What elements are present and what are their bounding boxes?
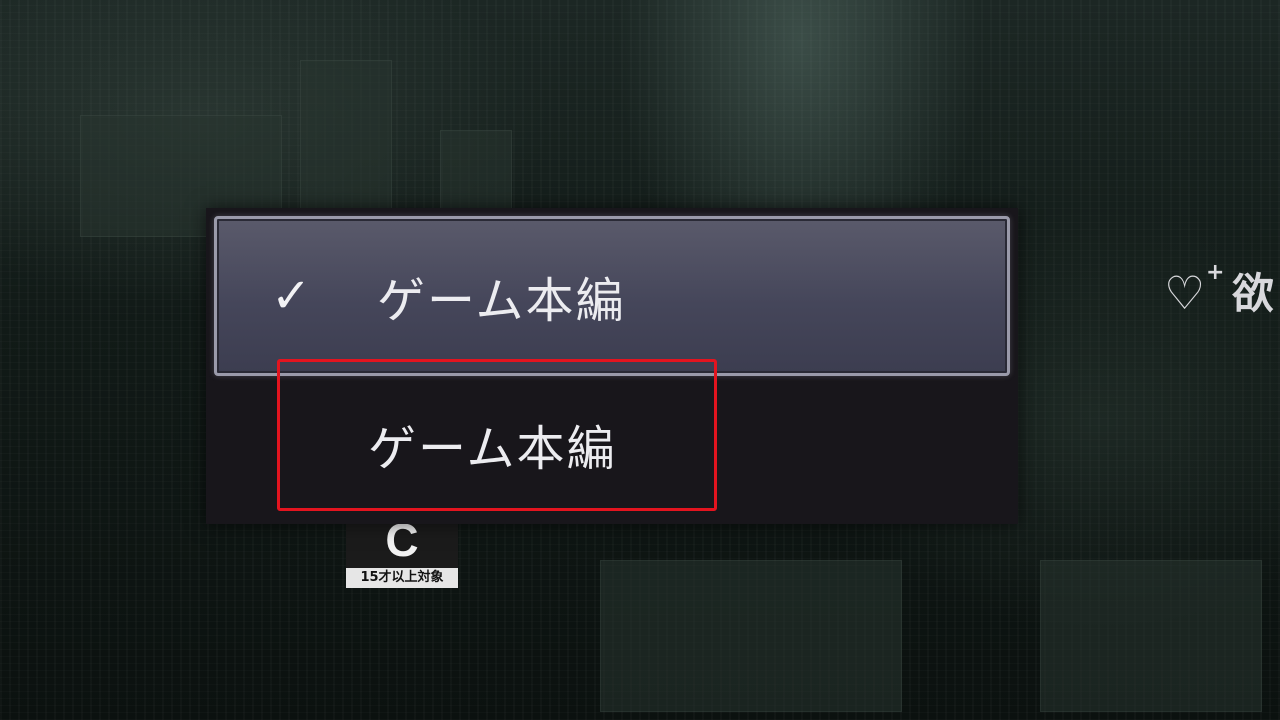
- rating-letter: C: [346, 520, 458, 568]
- background-building: [300, 60, 392, 212]
- wishlist-label: 欲: [1232, 268, 1275, 318]
- wishlist-button[interactable]: ♡ + 欲: [1160, 250, 1274, 330]
- background-building: [1040, 560, 1262, 712]
- option-label: ゲーム本編: [368, 421, 617, 477]
- option-label: ゲーム本編: [377, 273, 626, 329]
- edition-dropdown-menu: ✓ ゲーム本編 ゲーム本編: [206, 208, 1018, 524]
- check-icon: ✓: [271, 268, 312, 324]
- background-building: [600, 560, 902, 712]
- dropdown-option[interactable]: ゲーム本編: [206, 368, 1018, 520]
- background-building: [440, 130, 512, 212]
- dropdown-option-selected[interactable]: ✓ ゲーム本編: [214, 216, 1010, 376]
- rating-label: 15才以上対象: [346, 568, 458, 588]
- age-rating-badge: C 15才以上対象: [346, 520, 458, 588]
- heart-plus-icon: ♡ +: [1164, 260, 1225, 320]
